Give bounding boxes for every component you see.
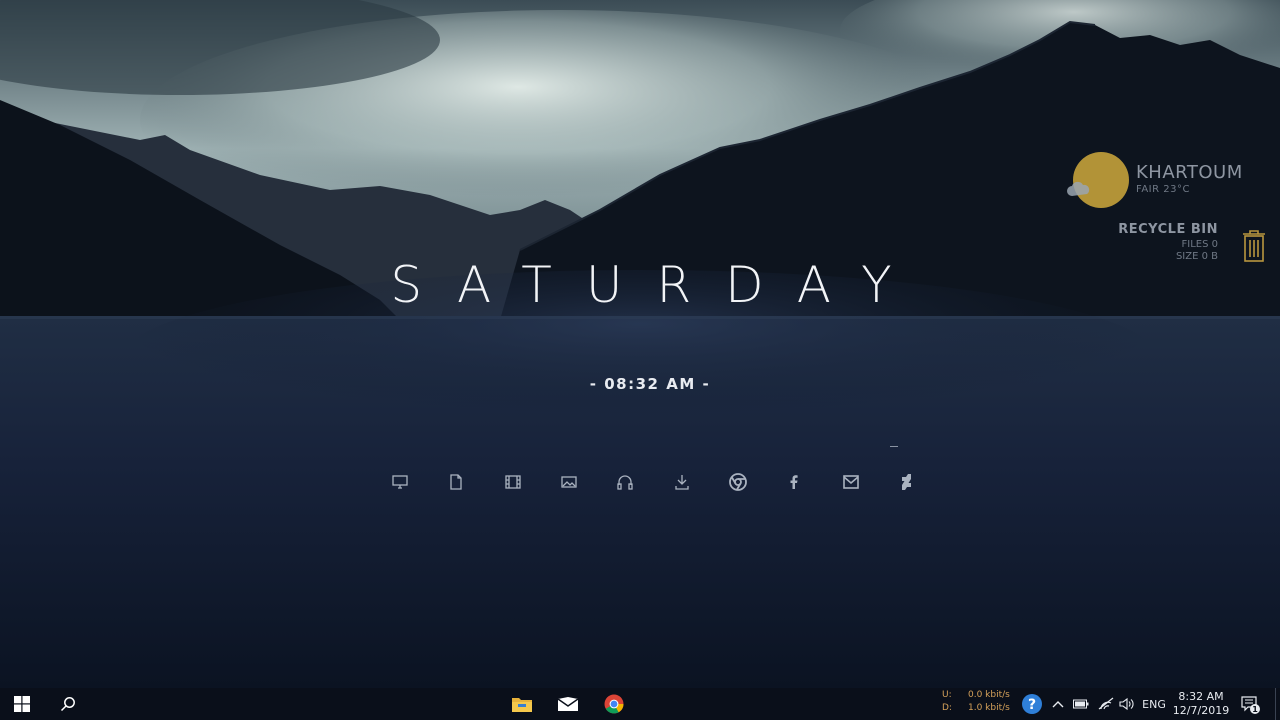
clock-date: 12/7/2019 bbox=[1172, 704, 1230, 717]
search-icon bbox=[60, 697, 75, 712]
monitor-icon[interactable] bbox=[372, 471, 428, 493]
chrome-icon[interactable] bbox=[710, 471, 766, 493]
show-hidden-icons[interactable] bbox=[1048, 688, 1068, 720]
search-button[interactable] bbox=[46, 688, 90, 720]
input-language[interactable]: ENG bbox=[1140, 688, 1168, 720]
deviantart-icon[interactable] bbox=[879, 471, 935, 493]
recycle-bin-widget[interactable]: RECYCLE BIN FILES 0 SIZE 0 B bbox=[1110, 222, 1270, 266]
headphones-icon[interactable] bbox=[597, 471, 653, 493]
download-icon[interactable] bbox=[653, 471, 709, 493]
tray-clock[interactable]: 8:32 AM 12/7/2019 bbox=[1170, 688, 1232, 720]
battery-icon bbox=[1073, 699, 1089, 709]
tray-help[interactable]: ? bbox=[1019, 688, 1045, 720]
notification-count: 1 bbox=[1252, 705, 1258, 714]
chevron-up-icon bbox=[1052, 701, 1064, 708]
launcher-dock bbox=[372, 471, 935, 493]
svg-text:?: ? bbox=[1028, 697, 1036, 713]
help-icon: ? bbox=[1022, 694, 1042, 714]
recycle-bin-size: SIZE 0 B bbox=[1175, 251, 1218, 262]
show-desktop-button[interactable] bbox=[1275, 688, 1276, 720]
download-value: 1.0 kbit/s bbox=[968, 703, 1010, 713]
network-meter: U: 0.0 kbit/s D: 1.0 kbit/s bbox=[942, 688, 1014, 720]
taskbar-mail[interactable] bbox=[546, 688, 590, 720]
tray-battery[interactable] bbox=[1070, 688, 1092, 720]
taskbar-file-explorer[interactable] bbox=[500, 688, 544, 720]
weather-city: KHARTOUM bbox=[1136, 162, 1243, 183]
taskbar-chrome[interactable] bbox=[592, 688, 636, 720]
document-icon[interactable] bbox=[428, 471, 484, 493]
film-icon[interactable] bbox=[485, 471, 541, 493]
windows-icon bbox=[14, 696, 30, 712]
mail-icon[interactable] bbox=[822, 471, 878, 493]
folder-icon bbox=[512, 698, 532, 712]
download-label: D: bbox=[942, 703, 952, 713]
trash-icon bbox=[1243, 230, 1265, 262]
upload-label: U: bbox=[942, 690, 952, 700]
image-icon[interactable] bbox=[541, 471, 597, 493]
tray-network[interactable] bbox=[1095, 688, 1117, 720]
facebook-icon[interactable] bbox=[766, 471, 822, 493]
speaker-icon bbox=[1119, 697, 1134, 711]
notification-icon: 1 bbox=[1241, 696, 1260, 714]
wifi-icon bbox=[1098, 697, 1114, 710]
recycle-bin-title: RECYCLE BIN bbox=[1118, 222, 1218, 237]
cloud-icon bbox=[1067, 181, 1090, 196]
recycle-bin-files: FILES 0 bbox=[1181, 239, 1218, 250]
time-label: - 08:32 AM - bbox=[589, 375, 711, 393]
clock-time: 8:32 AM bbox=[1178, 690, 1224, 703]
weather-condition: FAIR 23°C bbox=[1136, 184, 1190, 195]
chrome-icon bbox=[604, 694, 624, 714]
day-of-week-label: SATURDAY bbox=[390, 256, 926, 314]
taskbar: U: 0.0 kbit/s D: 1.0 kbit/s ? ENG 8:32 A… bbox=[0, 688, 1280, 720]
tray-volume[interactable] bbox=[1116, 688, 1138, 720]
upload-value: 0.0 kbit/s bbox=[968, 690, 1010, 700]
start-button[interactable] bbox=[0, 688, 44, 720]
desktop-wallpaper bbox=[0, 0, 1280, 688]
decorative-dash bbox=[890, 446, 898, 447]
weather-widget: KHARTOUM FAIR 23°C bbox=[1066, 150, 1266, 210]
action-center[interactable]: 1 bbox=[1238, 688, 1262, 720]
mail-icon bbox=[557, 697, 579, 711]
